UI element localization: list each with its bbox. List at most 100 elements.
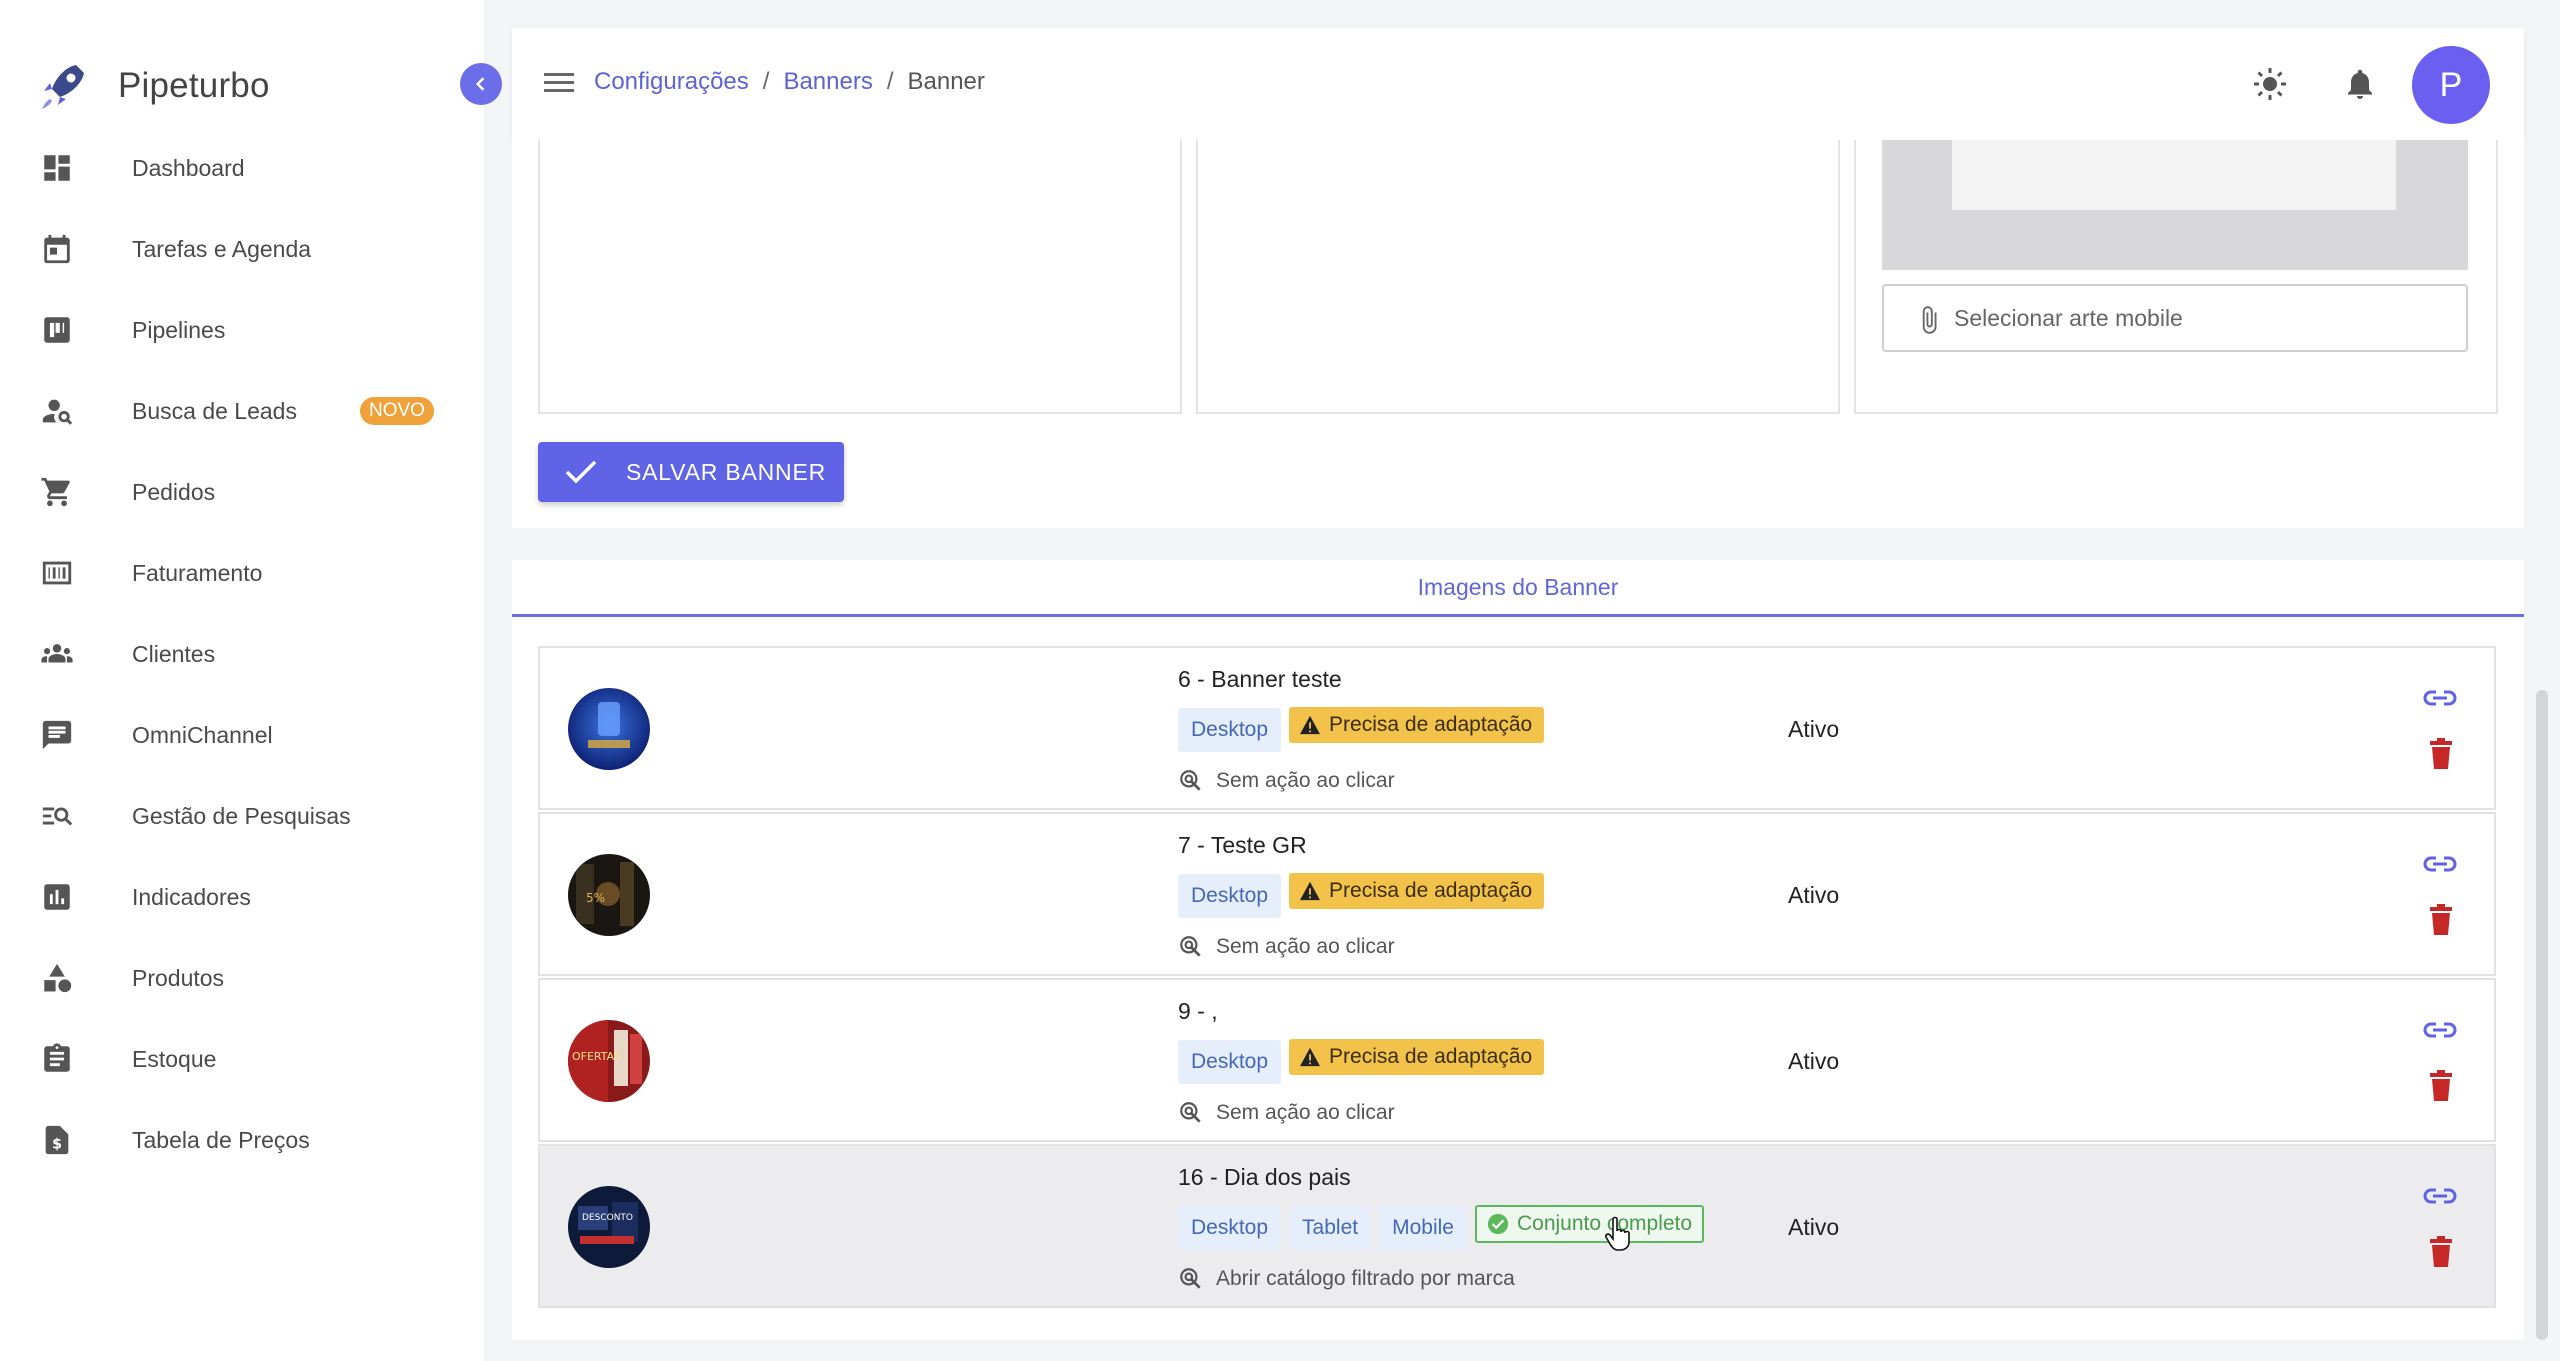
new-badge: NOVO [360,397,434,425]
svg-text:$: $ [52,1137,62,1153]
paperclip-icon [1922,306,1937,334]
sidebar-item-omnichannel[interactable]: OmniChannel [0,705,484,765]
warning-badge-text: Precisa de adaptação [1329,879,1533,902]
device-chip-desktop: Desktop [1178,874,1282,918]
banner-thumbnail: 5% [568,854,650,936]
click-action: Sem ação ao clicar [1178,1100,1395,1126]
delete-trash-icon[interactable] [2428,904,2454,936]
click-action-text: Sem ação ao clicar [1216,769,1395,792]
click-action-text: Sem ação ao clicar [1216,935,1395,958]
adaptation-warning-badge: Precisa de adaptação [1289,1039,1545,1075]
sidebar-item-busca-de-leads[interactable]: Busca de Leads NOVO [0,381,484,441]
calendar-icon [38,230,76,268]
top-bar: Configurações / Banners / Banner P [512,28,2524,140]
link-icon[interactable] [2422,1018,2458,1042]
warning-badge-text: Precisa de adaptação [1329,1045,1533,1068]
sidebar-item-label: Faturamento [132,559,263,586]
rocket-logo-icon [42,65,84,109]
table-row[interactable]: 5% 7 - Teste GR Desktop Precisa de adapt… [538,812,2496,976]
warning-badge-text: Precisa de adaptação [1329,713,1533,736]
sidebar-item-estoque[interactable]: Estoque [0,1029,484,1089]
breadcrumb-banners[interactable]: Banners [783,68,872,96]
sidebar-item-label: Pipelines [132,316,226,343]
sidebar-item-label: Produtos [132,964,225,991]
menu-icon[interactable] [542,68,576,98]
save-banner-label: SALVAR BANNER [626,458,826,485]
banner-title: 16 - Dia dos pais [1178,1164,1351,1190]
cart-icon [38,473,76,511]
sidebar-item-label: Tabela de Preços [132,1126,310,1153]
delete-trash-icon[interactable] [2428,1070,2454,1102]
sidebar-item-label: Dashboard [132,154,245,181]
user-avatar[interactable]: P [2412,46,2490,124]
breadcrumb-separator: / [886,68,894,95]
touch-action-icon [1180,936,1201,957]
shapes-icon [38,959,76,997]
person-search-icon [38,392,76,430]
banner-title: 7 - Teste GR [1178,832,1307,858]
link-icon[interactable] [2422,852,2458,876]
table-row[interactable]: 6 - Banner teste Desktop Precisa de adap… [538,646,2496,810]
link-icon[interactable] [2422,686,2458,710]
svg-text:5%: 5% [586,891,605,905]
complete-set-badge: Conjunto completo [1474,1205,1705,1243]
collapse-sidebar-button[interactable] [460,63,502,105]
vertical-scrollbar[interactable] [2536,690,2548,1340]
sidebar-item-gestao-de-pesquisas[interactable]: Gestão de Pesquisas [0,786,484,846]
device-chip-desktop: Desktop [1178,1040,1282,1084]
sidebar-item-label: Busca de Leads [132,397,297,424]
notifications-bell-icon[interactable] [2342,66,2378,102]
sidebar-item-label: Clientes [132,640,216,667]
status-text: Ativo [1788,1048,1840,1074]
sidebar-item-dashboard[interactable]: Dashboard [0,138,484,198]
sidebar-item-label: OmniChannel [132,721,273,748]
sidebar: Pipeturbo Dashboard Tarefas e Agenda Pip… [0,0,484,1361]
warning-icon [1300,1047,1321,1067]
svg-text:DESCONTO: DESCONTO [582,1213,633,1223]
svg-text:OFERTAS: OFERTAS [572,1050,621,1063]
dashboard-icon [38,149,76,187]
device-chip-mobile: Mobile [1379,1206,1467,1250]
click-action: Sem ação ao clicar [1178,934,1395,960]
banner-thumbnail [568,688,650,770]
tablet-art-panel [1196,140,1840,414]
people-icon [38,635,76,673]
breadcrumb-separator: / [762,68,770,95]
sidebar-item-produtos[interactable]: Produtos [0,948,484,1008]
mobile-art-file-input[interactable]: Selecionar arte mobile [1882,284,2468,352]
mobile-preview-image [1952,140,2396,210]
sidebar-item-tarefas[interactable]: Tarefas e Agenda [0,219,484,279]
search-list-icon [38,797,76,835]
sidebar-item-label: Tarefas e Agenda [132,235,312,262]
sidebar-item-tabela-de-precos[interactable]: $ Tabela de Preços [0,1110,484,1170]
sidebar-item-faturamento[interactable]: Faturamento [0,543,484,603]
billing-icon [38,554,76,592]
delete-trash-icon[interactable] [2428,738,2454,770]
touch-action-icon [1180,770,1201,791]
sidebar-item-pipelines[interactable]: Pipelines [0,300,484,360]
sidebar-item-label: Gestão de Pesquisas [132,802,351,829]
device-chip-desktop: Desktop [1178,1206,1282,1250]
table-row[interactable]: DESCONTO 16 - Dia dos pais Desktop Table… [538,1144,2496,1308]
brand[interactable]: Pipeturbo [36,58,270,114]
save-banner-button[interactable]: SALVAR BANNER [538,442,844,502]
sidebar-item-pedidos[interactable]: Pedidos [0,462,484,522]
click-action: Abrir catálogo filtrado por marca [1178,1266,1515,1292]
adaptation-warning-badge: Precisa de adaptação [1289,873,1545,909]
link-icon[interactable] [2422,1184,2458,1208]
theme-toggle-sun-icon[interactable] [2252,66,2288,102]
warning-icon [1300,881,1321,901]
sidebar-item-label: Indicadores [132,883,251,910]
delete-trash-icon[interactable] [2428,1236,2454,1268]
sidebar-item-indicadores[interactable]: Indicadores [0,867,484,927]
table-row[interactable]: OFERTAS 9 - , Desktop Precisa de adaptaç… [538,978,2496,1142]
device-chip-desktop: Desktop [1178,708,1282,752]
mobile-art-placeholder: Selecionar arte mobile [1954,304,2183,331]
sidebar-item-clientes[interactable]: Clientes [0,624,484,684]
check-icon [565,460,597,484]
breadcrumb-configuracoes[interactable]: Configurações [594,68,749,96]
touch-action-icon [1180,1268,1201,1289]
tab-imagens-do-banner[interactable]: Imagens do Banner [512,574,2524,601]
device-chips: Desktop Precisa de adaptação [1178,1039,1545,1084]
sidebar-item-label: Pedidos [132,478,216,505]
